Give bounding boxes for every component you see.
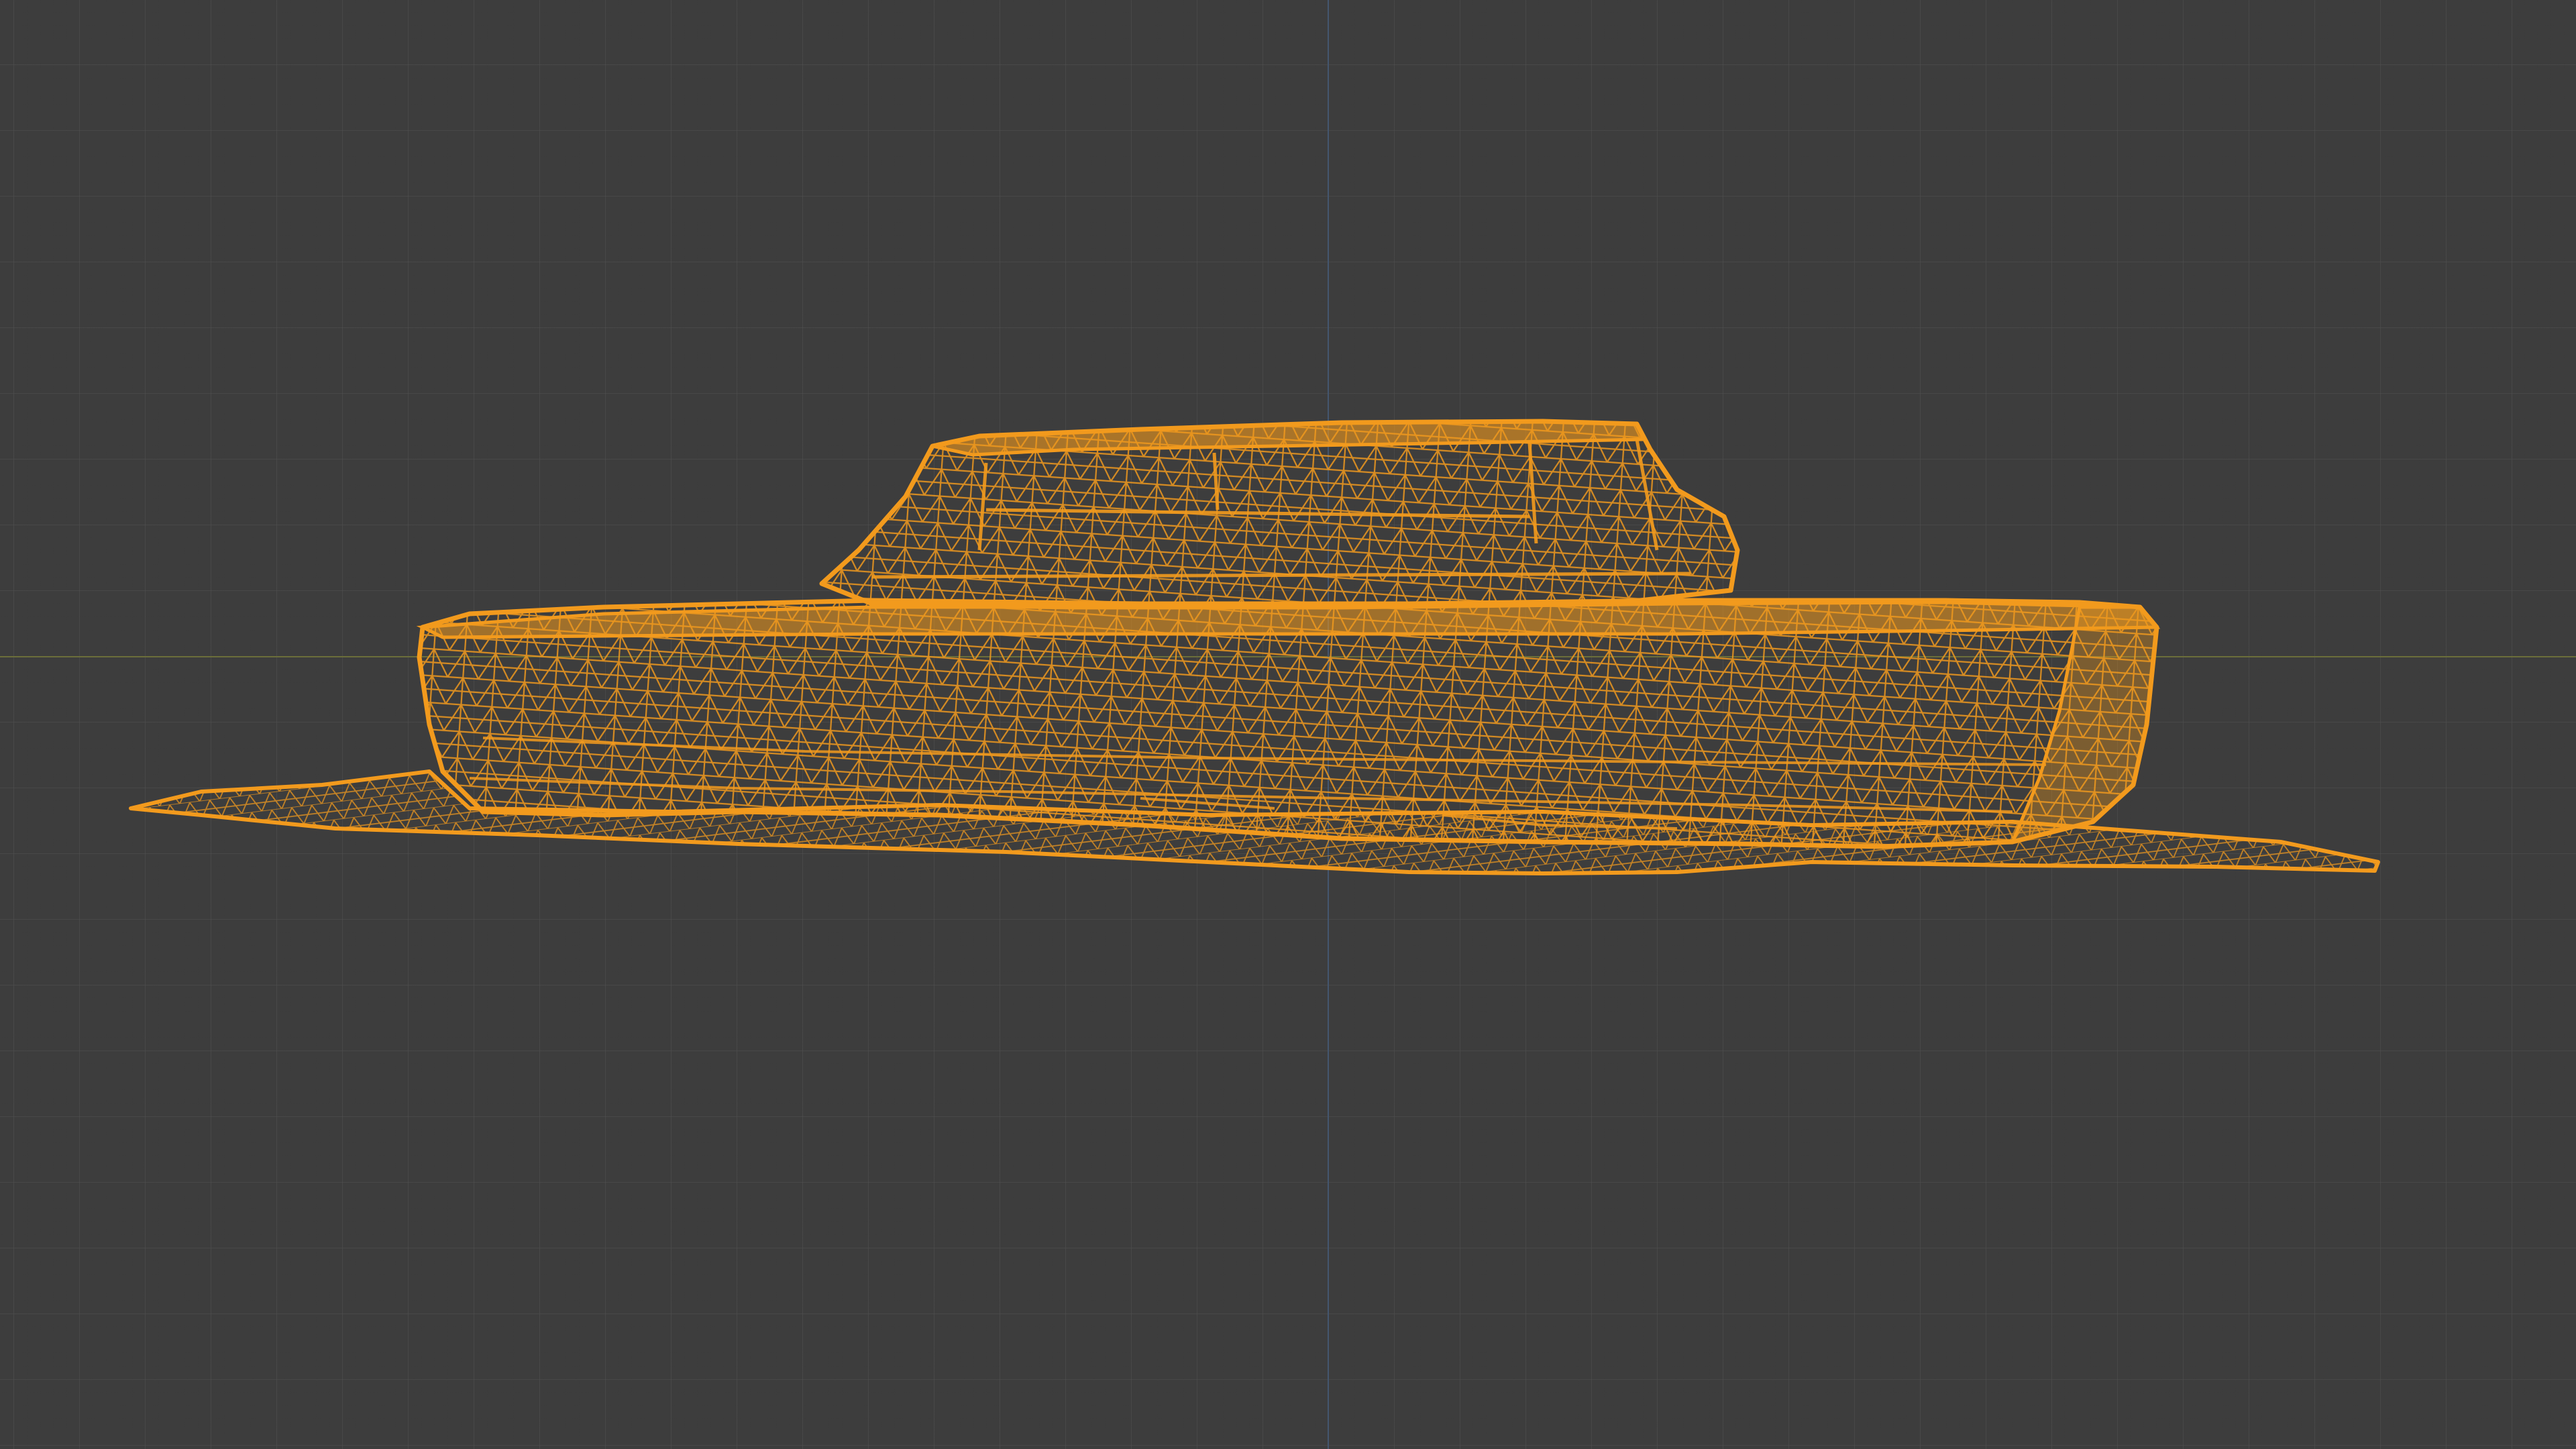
- 3d-viewport[interactable]: [0, 0, 2576, 1449]
- wireframe-mesh[interactable]: [0, 0, 2576, 1449]
